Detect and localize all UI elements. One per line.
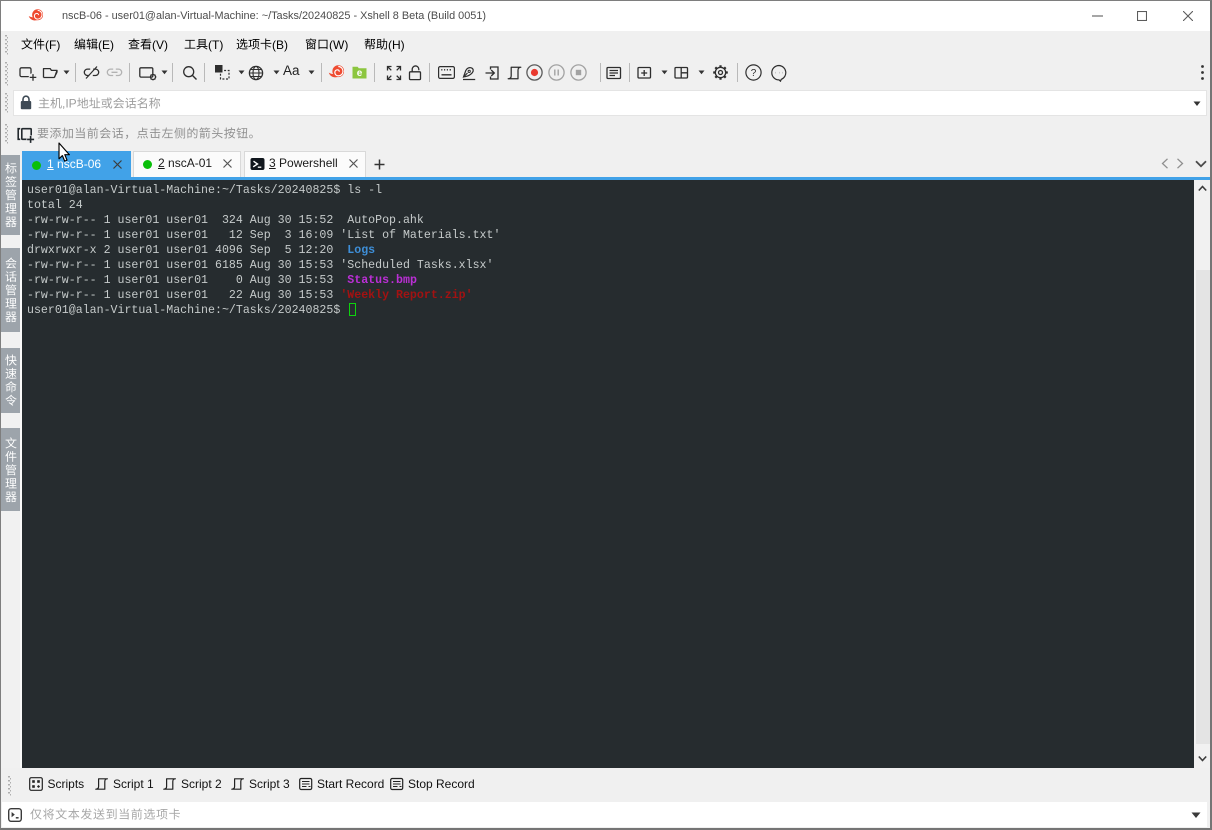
svg-text:(T): (T)	[208, 38, 223, 52]
svg-text:(V): (V)	[152, 38, 168, 52]
svg-text:(F): (F)	[45, 38, 60, 52]
svg-text:?: ?	[751, 68, 757, 79]
svg-text:(B): (B)	[272, 38, 288, 52]
svg-text:(E): (E)	[98, 38, 114, 52]
svg-text:(H): (H)	[388, 38, 405, 52]
svg-text:(W): (W)	[329, 38, 348, 52]
svg-text:e: e	[357, 68, 363, 79]
svg-text:,IP: ,IP	[62, 96, 77, 110]
